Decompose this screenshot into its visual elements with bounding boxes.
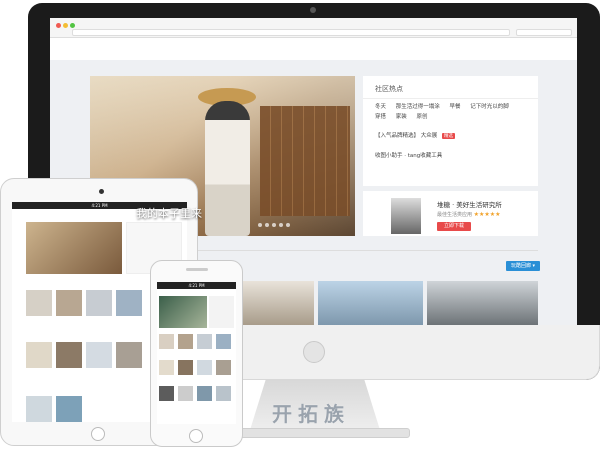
phone-status-bar: 4:21 PM [157, 282, 236, 289]
maximize-dot-icon[interactable] [70, 23, 75, 28]
hot-tag[interactable]: 家装 [396, 112, 407, 122]
feed-photo[interactable] [318, 281, 423, 325]
site-header [50, 38, 577, 60]
phone-grid-photo[interactable] [178, 360, 193, 375]
phone-side-panel [209, 296, 234, 328]
filter-dropdown-button[interactable]: 玩酷回廊 ▾ [506, 261, 540, 271]
browser-search-field[interactable] [516, 29, 572, 36]
carousel-dot[interactable] [258, 223, 262, 227]
grid-photo[interactable] [116, 342, 142, 368]
grid-photo[interactable] [86, 342, 112, 368]
hot-tag[interactable]: 原创 [417, 112, 428, 122]
collect-tool-link[interactable]: 收图小助手 · tang收藏工具 [375, 151, 442, 159]
close-dot-icon[interactable] [56, 23, 61, 28]
hot-card-divider [363, 98, 538, 99]
phone-grid-photo[interactable] [216, 334, 231, 349]
banner-cabinet-image [260, 106, 350, 216]
phone-grid-photo[interactable] [159, 334, 174, 349]
phone-grid-photo[interactable] [178, 334, 193, 349]
carousel-indicators [258, 212, 298, 227]
app-promo-card: 堆糖 · 美好生活研究所 最佳生活类应用 ★★★★★ 立即下载 [363, 191, 538, 236]
hot-card-title: 社区热点 [375, 85, 403, 93]
monitor-stand-base [235, 428, 410, 438]
hot-tag[interactable]: 冬天 [375, 102, 386, 112]
carousel-dot[interactable] [265, 223, 269, 227]
phone-grid-photo[interactable] [197, 360, 212, 375]
grid-photo[interactable] [86, 290, 112, 316]
phone-banner[interactable] [159, 296, 207, 328]
monitor-camera-icon [310, 7, 316, 13]
phone-speaker-icon [186, 268, 208, 271]
hot-tag[interactable]: 穿搭 [375, 112, 386, 122]
monitor-logo-icon [303, 341, 325, 363]
app-subtitle-text: 最佳生活类应用 [437, 212, 473, 218]
hot-tag[interactable]: 记下时光以的脚 [470, 102, 509, 112]
feature-prefix: 【入气品牌精选】 [375, 133, 420, 139]
tablet-banner[interactable] [26, 222, 122, 274]
hot-tags: 冬天 那生活过得一塌涂 早餐 记下时光以的脚 穿搭 家装 原创 [375, 102, 535, 122]
phone-grid-photo[interactable] [197, 386, 212, 401]
feed-photo[interactable] [427, 281, 538, 325]
carousel-dot[interactable] [272, 223, 276, 227]
grid-photo[interactable] [26, 342, 52, 368]
phone-screen: 4:21 PM [157, 282, 236, 424]
phone-grid-photo[interactable] [159, 360, 174, 375]
banner-caption: 我的本子里来 [136, 207, 202, 220]
grid-photo[interactable] [56, 290, 82, 316]
featured-badge: 精选 [442, 133, 456, 139]
device-mockup-stage: 社区热点 冬天 那生活过得一塌涂 早餐 记下时光以的脚 穿搭 家装 原创 【入气… [0, 0, 600, 450]
phone-grid-photo[interactable] [159, 386, 174, 401]
grid-photo[interactable] [56, 342, 82, 368]
phone-grid-photo[interactable] [216, 386, 231, 401]
phone-grid-photo[interactable] [216, 360, 231, 375]
featured-collection-link[interactable]: 【入气品牌精选】 大众展 精选 [375, 131, 456, 139]
hot-tag[interactable]: 早餐 [450, 102, 461, 112]
carousel-dot[interactable] [286, 223, 290, 227]
brand-watermark: 开拓族 [272, 402, 350, 426]
banner-person-image [205, 101, 250, 236]
community-hot-card: 社区热点 冬天 那生活过得一塌涂 早餐 记下时光以的脚 穿搭 家装 原创 【入气… [363, 76, 538, 186]
grid-photo[interactable] [116, 290, 142, 316]
app-subtitle: 最佳生活类应用 ★★★★★ [437, 211, 501, 218]
phone-home-button-icon[interactable] [189, 429, 203, 443]
hot-tag[interactable]: 那生活过得一塌涂 [396, 102, 440, 112]
app-name: 堆糖 · 美好生活研究所 [437, 201, 502, 209]
address-bar[interactable] [72, 29, 510, 36]
app-screenshot-thumbnail [391, 198, 421, 234]
grid-photo[interactable] [56, 396, 82, 422]
download-button[interactable]: 立即下载 [437, 222, 471, 231]
phone-grid-photo[interactable] [197, 334, 212, 349]
grid-photo[interactable] [26, 290, 52, 316]
carousel-dot[interactable] [279, 223, 283, 227]
feature-text: 大众展 [420, 133, 438, 139]
minimize-dot-icon[interactable] [63, 23, 68, 28]
tablet-home-button-icon[interactable] [91, 427, 105, 441]
tablet-camera-icon [99, 189, 104, 194]
grid-photo[interactable] [26, 396, 52, 422]
phone-grid-photo[interactable] [178, 386, 193, 401]
star-rating-icon: ★★★★★ [473, 211, 501, 218]
